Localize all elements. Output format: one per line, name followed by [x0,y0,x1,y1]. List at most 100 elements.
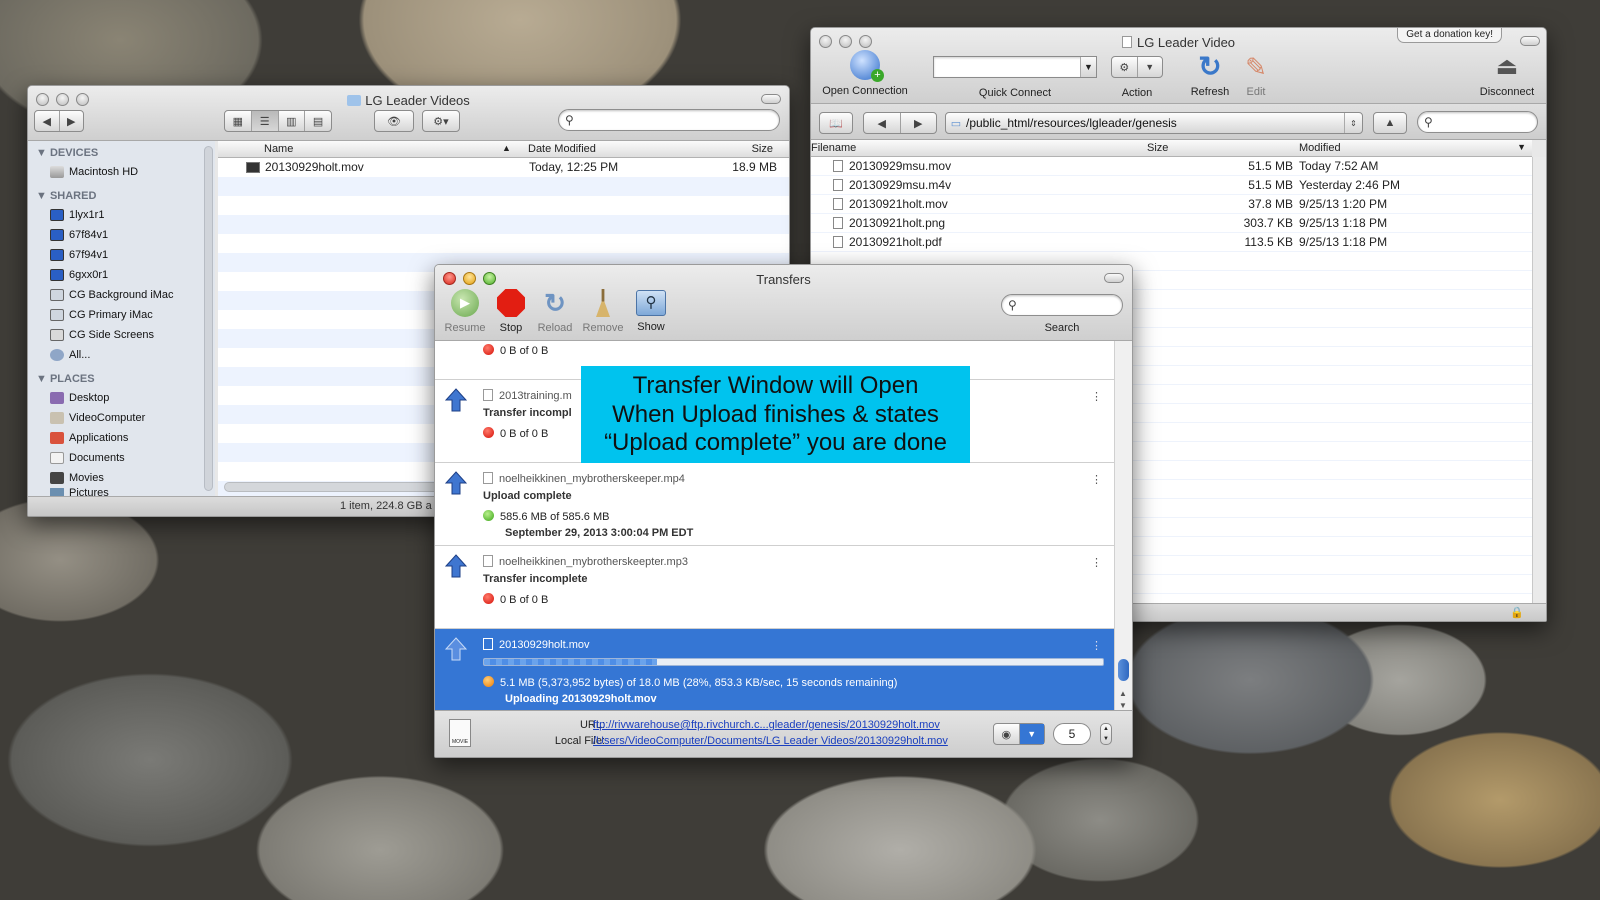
error-status-icon [483,593,494,604]
history-nav-control[interactable]: ◀ ▶ [863,112,937,134]
transfers-search-field[interactable]: ⚲ [1001,294,1123,316]
stepper-icon[interactable]: ⋮ [1091,556,1102,569]
connections-stepper[interactable]: ▲ ▼ [1100,723,1112,745]
gear-icon[interactable]: ⚙▾ [423,111,459,131]
remote-file-row[interactable]: 20130921holt.mov 37.8 MB 9/25/13 1:20 PM [811,195,1532,214]
sidebar-item-desktop[interactable]: Desktop [28,388,215,408]
toolbar-toggle-button[interactable] [1520,36,1540,46]
sidebar-item-pictures[interactable]: Pictures [28,488,215,496]
book-icon[interactable]: 📖 [820,113,852,133]
stop-button[interactable]: Stop [491,289,531,334]
toolbar-toggle-button[interactable] [1104,273,1124,283]
remote-file-row[interactable]: 20130921holt.png 303.7 KB 9/25/13 1:18 PM [811,214,1532,233]
sidebar-item-label: CG Background iMac [69,289,174,301]
edit-button[interactable]: ✎ Edit [1236,52,1276,98]
sidebar-item-cg-primary-imac[interactable]: CG Primary iMac [28,305,215,325]
remote-scrollbar[interactable] [1532,157,1546,603]
donation-key-button[interactable]: Get a donation key! [1397,28,1502,43]
remote-file-row[interactable]: 20130929msu.mov 51.5 MB Today 7:52 AM [811,157,1532,176]
quick-look-button[interactable]: 👁 [374,110,414,132]
file-row[interactable]: 20130929holt.mov Today, 12:25 PM 18.9 MB [218,158,789,177]
icon-view-icon[interactable]: ▦ [225,111,252,131]
sidebar-item-1lyx1r1[interactable]: 1lyx1r1 [28,205,215,225]
quick-connect-control[interactable]: ▼ Quick Connect [933,56,1097,99]
remove-button[interactable]: Remove [579,289,627,334]
ftp-search-field[interactable]: ⚲ [1417,111,1538,133]
chevron-down-icon[interactable]: ▼ [1019,724,1044,744]
action-button[interactable]: ⚙ ▼ Action [1111,56,1163,99]
coverflow-view-icon[interactable]: ▤ [305,111,331,131]
magnifier-folder-icon: ⚲ [636,290,666,316]
chevron-down-icon[interactable]: ▼ [1138,57,1163,77]
path-selector[interactable]: ▭ /public_html/resources/lgleader/genesi… [945,112,1363,134]
sidebar-item-macintosh-hd[interactable]: Macintosh HD [28,162,215,182]
transfer-filename: noelheikkinen_mybrotherskeeper.mp4 [483,472,685,485]
sidebar-item-videocomputer[interactable]: VideoComputer [28,408,215,428]
bandwidth-selector[interactable]: ◉ ▼ [993,723,1045,745]
stepper-icon[interactable]: ⋮ [1091,473,1102,486]
stepper-icon[interactable]: ⋮ [1091,639,1102,652]
sidebar-item-67f84v1[interactable]: 67f84v1 [28,225,215,245]
speed-gauge-icon[interactable]: ◉ [994,724,1020,744]
filename-column-header[interactable]: Filename [811,142,856,154]
sidebar-item-documents[interactable]: Documents [28,448,215,468]
show-button[interactable]: ⚲ Show [629,289,673,333]
resume-button[interactable]: ▶ Resume [441,289,489,334]
back-arrow-icon[interactable]: ◀ [864,113,901,133]
remote-file-row[interactable]: 20130921holt.pdf 113.5 KB 9/25/13 1:18 PM [811,233,1532,252]
view-mode-control[interactable]: ▦ ☰ ▥ ▤ [224,110,332,132]
sidebar-item-67f94v1[interactable]: 67f94v1 [28,245,215,265]
scroll-up-arrow-icon[interactable]: ▲ [1119,689,1127,698]
list-view-icon[interactable]: ☰ [251,111,279,131]
parent-folder-button[interactable]: ▲ [1373,112,1407,134]
transfer-scrollbar[interactable]: ▲ ▼ [1114,341,1132,712]
finder-search-field[interactable]: ⚲ [558,109,780,131]
name-column-header[interactable]: Name [264,143,293,155]
toolbar-toggle-button[interactable] [761,94,781,104]
back-arrow-icon[interactable]: ◀ [35,111,60,131]
sidebar-item-applications[interactable]: Applications [28,428,215,448]
modified-column-header[interactable]: Modified [1299,142,1341,154]
file-icon [833,236,843,248]
stepper-icon[interactable]: ⋮ [1091,390,1102,403]
forward-arrow-icon[interactable]: ▶ [60,111,84,131]
url-link[interactable]: ftp://rivwarehouse@ftp.rivchurch.c...gle… [593,719,940,731]
sidebar-item-cg-side-screens[interactable]: CG Side Screens [28,325,215,345]
eye-icon[interactable]: 👁 [375,111,413,131]
quick-connect-input[interactable]: ▼ [933,56,1097,78]
bookmarks-button[interactable]: 📖 [819,112,853,134]
refresh-button[interactable]: ↻ Refresh [1186,52,1234,99]
remote-file-row[interactable]: 20130929msu.m4v 51.5 MB Yesterday 2:46 PM [811,176,1532,195]
transfer-item-selected[interactable]: 20130929holt.mov 5.1 MB (5,373,952 bytes… [435,629,1114,712]
computer-icon [50,229,64,241]
disconnect-button[interactable]: ⏏ Disconnect [1472,52,1542,98]
transfer-item[interactable]: noelheikkinen_mybrotherskeeper.mp4 Uploa… [435,463,1114,546]
size-column-header[interactable]: Size [752,143,773,155]
scroll-thumb[interactable] [1118,659,1129,681]
chevron-down-icon[interactable]: ▼ [1080,57,1096,77]
date-column-header[interactable]: Date Modified [528,143,596,155]
sidebar-item-6gxx0r1[interactable]: 6gxx0r1 [28,265,215,285]
sidebar-item-cg-background-imac[interactable]: CG Background iMac [28,285,215,305]
action-menu-button[interactable]: ⚙▾ [422,110,460,132]
computer-icon [50,249,64,261]
up-arrow-icon[interactable]: ▲ [1374,113,1406,133]
forward-arrow-icon[interactable]: ▶ [901,113,937,133]
connections-field[interactable]: 5 [1053,723,1091,745]
sidebar-scrollbar[interactable] [204,146,213,491]
local-file-link[interactable]: /Users/VideoComputer/Documents/LG Leader… [593,735,948,747]
gear-icon[interactable]: ⚙ [1112,57,1138,77]
scroll-down-arrow-icon[interactable]: ▼ [1119,701,1127,710]
reload-button[interactable]: ↻ Reload [533,289,577,334]
upload-arrow-icon [445,388,467,412]
sidebar-item-movies[interactable]: Movies [28,468,215,488]
size-column-header[interactable]: Size [1147,142,1168,154]
sidebar-item-all[interactable]: All... [28,345,215,365]
back-forward-control[interactable]: ◀ ▶ [34,110,84,132]
column-view-icon[interactable]: ▥ [279,111,306,131]
stepper-icon[interactable]: ⇕ [1344,113,1362,133]
transfer-item[interactable]: noelheikkinen_mybrotherskeepter.mp3 Tran… [435,546,1114,629]
action-menu-control[interactable]: ⚙ ▼ [1111,56,1163,78]
open-connection-button[interactable]: + Open Connection [815,50,915,97]
file-list-header: Name ▲ Date Modified Size [218,141,789,158]
